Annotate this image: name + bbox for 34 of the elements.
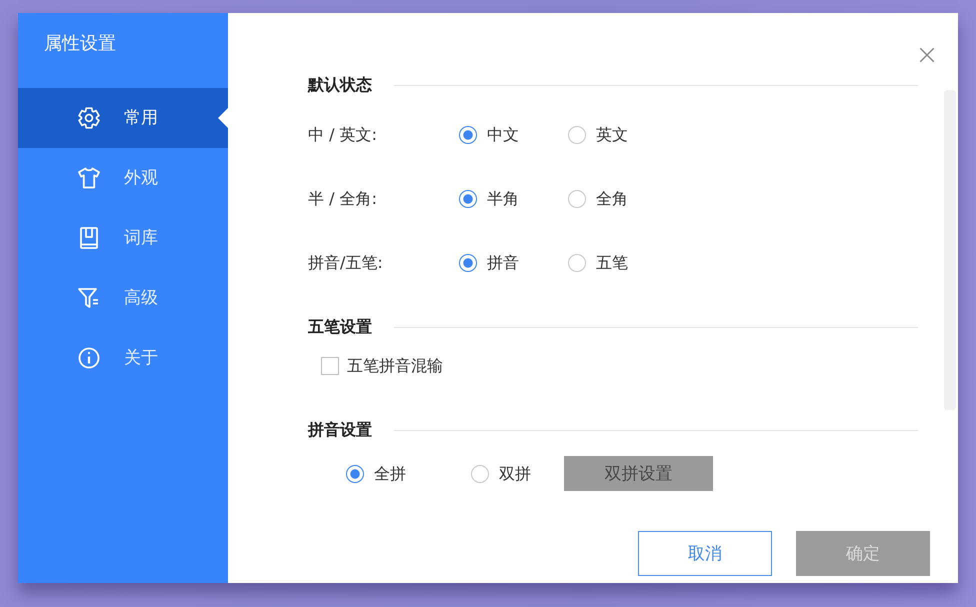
- checkbox-label[interactable]: 五笔拼音混输: [347, 354, 443, 378]
- cancel-button[interactable]: 取消: [638, 531, 772, 576]
- close-icon: [918, 46, 936, 64]
- gear-icon: [77, 106, 101, 130]
- checkbox[interactable]: [321, 357, 339, 375]
- section-title: 五笔设置: [308, 316, 372, 338]
- info-icon: [77, 346, 101, 370]
- radio-button[interactable]: [568, 126, 586, 144]
- window-title: 属性设置: [44, 32, 116, 56]
- section-title: 默认状态: [308, 74, 372, 96]
- sidebar-item[interactable]: 常用: [18, 88, 228, 148]
- radio-button[interactable]: [568, 254, 586, 272]
- radio-label[interactable]: 英文: [596, 123, 628, 147]
- t-shirt-icon: [77, 166, 101, 190]
- radio-button[interactable]: [459, 254, 477, 272]
- radio-label[interactable]: 双拼: [499, 462, 531, 486]
- field-label: 半 / 全角:: [308, 188, 378, 210]
- radio-button[interactable]: [459, 126, 477, 144]
- radio-button[interactable]: [471, 464, 489, 482]
- field-label: 中 / 英文:: [308, 124, 378, 146]
- radio-label[interactable]: 中文: [487, 123, 519, 147]
- book-icon: [77, 226, 101, 250]
- radio-label[interactable]: 全角: [596, 187, 628, 211]
- close-button[interactable]: [918, 46, 936, 64]
- radio-label[interactable]: 五笔: [596, 251, 628, 275]
- radio-button[interactable]: [346, 464, 364, 482]
- radio-button[interactable]: [568, 190, 586, 208]
- radio-button[interactable]: [459, 190, 477, 208]
- radio-label[interactable]: 半角: [487, 187, 519, 211]
- radio-label[interactable]: 全拼: [374, 462, 406, 486]
- field-label: 拼音/五笔:: [308, 252, 384, 274]
- funnel-icon: [77, 286, 101, 310]
- section-title: 拼音设置: [308, 419, 372, 441]
- radio-label[interactable]: 拼音: [487, 251, 519, 275]
